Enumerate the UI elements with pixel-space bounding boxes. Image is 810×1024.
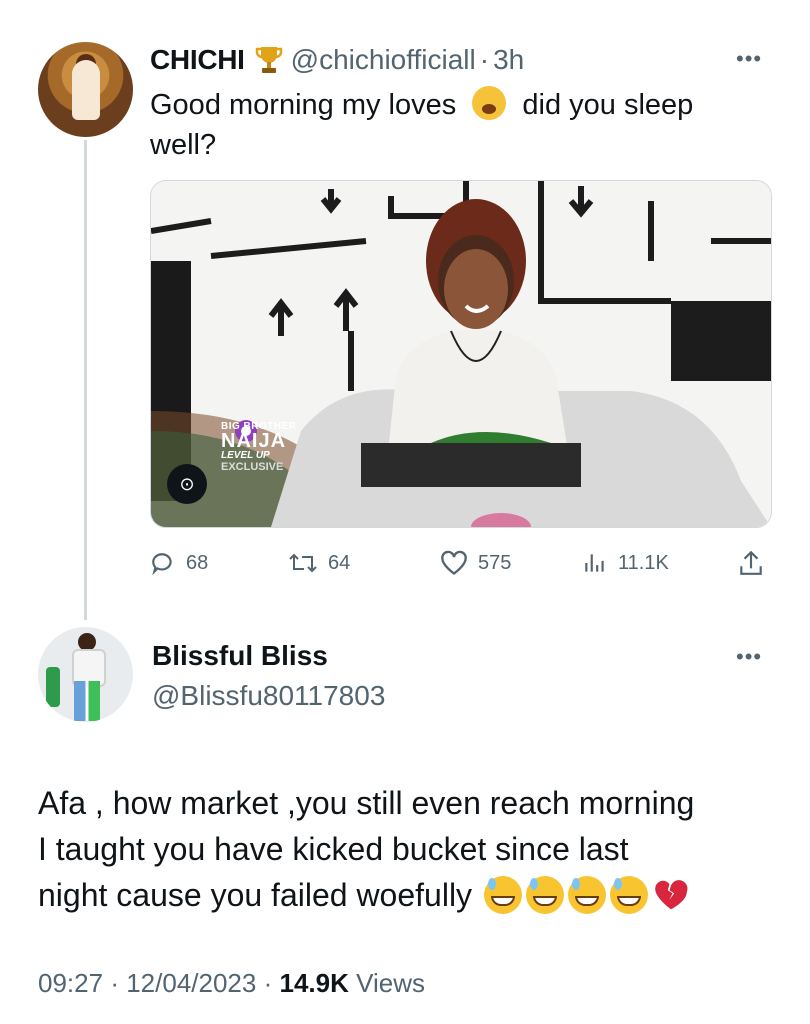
- retweet-icon: [289, 553, 317, 573]
- reply-text-line1: Afa , how market ,you still even reach m…: [38, 785, 695, 821]
- retweet-count: 64: [328, 551, 351, 574]
- views-button[interactable]: 11.1K: [582, 548, 669, 578]
- trophy-icon: [255, 44, 283, 76]
- logo-sub-text: LEVEL UP: [221, 450, 270, 461]
- like-button[interactable]: 575: [440, 548, 511, 578]
- bbnaija-logo: BIG BROTHER NAIJA LEVEL UP EXCLUSIVE: [221, 421, 361, 473]
- more-options-icon[interactable]: •••: [736, 46, 762, 72]
- reply-icon: [152, 553, 172, 576]
- views-count: 11.1K: [618, 551, 669, 574]
- reply-count: 68: [186, 551, 209, 574]
- avatar-figure-item: [46, 667, 60, 707]
- share-button[interactable]: [738, 548, 774, 578]
- avatar-figure-legs: [74, 681, 100, 721]
- footer-time[interactable]: 09:27: [38, 968, 103, 998]
- meta-separator: ·: [479, 44, 490, 75]
- tweet-media-image[interactable]: ⊙ BIG BROTHER NAIJA LEVEL UP EXCLUSIVE: [150, 180, 772, 528]
- grinning-sweat-emoji: [484, 876, 523, 914]
- reply-more-options-icon[interactable]: •••: [736, 644, 762, 670]
- retweet-button[interactable]: 64: [288, 548, 350, 578]
- reply-text-line2: I taught you have kicked bucket since la…: [38, 831, 629, 867]
- footer-separator: ·: [110, 968, 119, 998]
- like-count: 575: [478, 551, 512, 574]
- tweet-text: Good morning my loves did you sleep: [150, 86, 693, 124]
- reply-footer-meta: 09:27 · 12/04/2023 · 14.9K Views: [38, 968, 425, 999]
- reply-text-line3-row: night cause you failed woefully: [38, 872, 798, 918]
- reply-author-avatar[interactable]: [38, 627, 133, 722]
- grinning-sweat-emoji: [568, 876, 607, 914]
- footer-views-count[interactable]: 14.9K: [280, 968, 349, 998]
- thread-connector-line: [84, 140, 87, 620]
- heart-icon: [441, 550, 467, 575]
- tweet-time[interactable]: 3h: [493, 44, 524, 76]
- avatar-figure: [72, 60, 100, 120]
- broken-heart-emoji: [652, 876, 690, 914]
- footer-views-label: Views: [356, 968, 426, 998]
- grinning-sweat-emoji: [526, 876, 565, 914]
- footer-separator: ·: [263, 968, 273, 998]
- reply-button[interactable]: 68: [150, 548, 208, 578]
- reply-author-handle[interactable]: @Blissfu80117803: [152, 680, 385, 712]
- logo-tag-text: EXCLUSIVE: [221, 461, 284, 473]
- author-name[interactable]: CHICHI: [150, 44, 245, 76]
- tweet-text-line2: well?: [150, 129, 217, 161]
- reply-author-name[interactable]: Blissful Bliss: [152, 640, 328, 672]
- share-icon: [740, 550, 762, 575]
- author-handle[interactable]: @chichiofficiall: [291, 44, 476, 76]
- views-icon: [585, 554, 604, 572]
- grinning-sweat-emoji: [610, 876, 649, 914]
- tweet-text-line1: Good morning my loves: [150, 89, 457, 121]
- logo-main-text: NAIJA: [221, 430, 287, 452]
- yawning-face-emoji: [472, 86, 507, 120]
- reply-text: Afa , how market ,you still even reach m…: [38, 780, 798, 918]
- gallery-view-icon[interactable]: ⊙: [167, 464, 207, 504]
- tweet-header: CHICHI @chichiofficiall · 3h: [150, 40, 524, 80]
- reply-text-line3: night cause you failed woefully: [38, 877, 473, 913]
- author-avatar[interactable]: [38, 42, 133, 137]
- media-scene: [151, 181, 771, 527]
- tweet-text-line1b: did you sleep: [522, 89, 694, 121]
- footer-date[interactable]: 12/04/2023: [126, 968, 256, 998]
